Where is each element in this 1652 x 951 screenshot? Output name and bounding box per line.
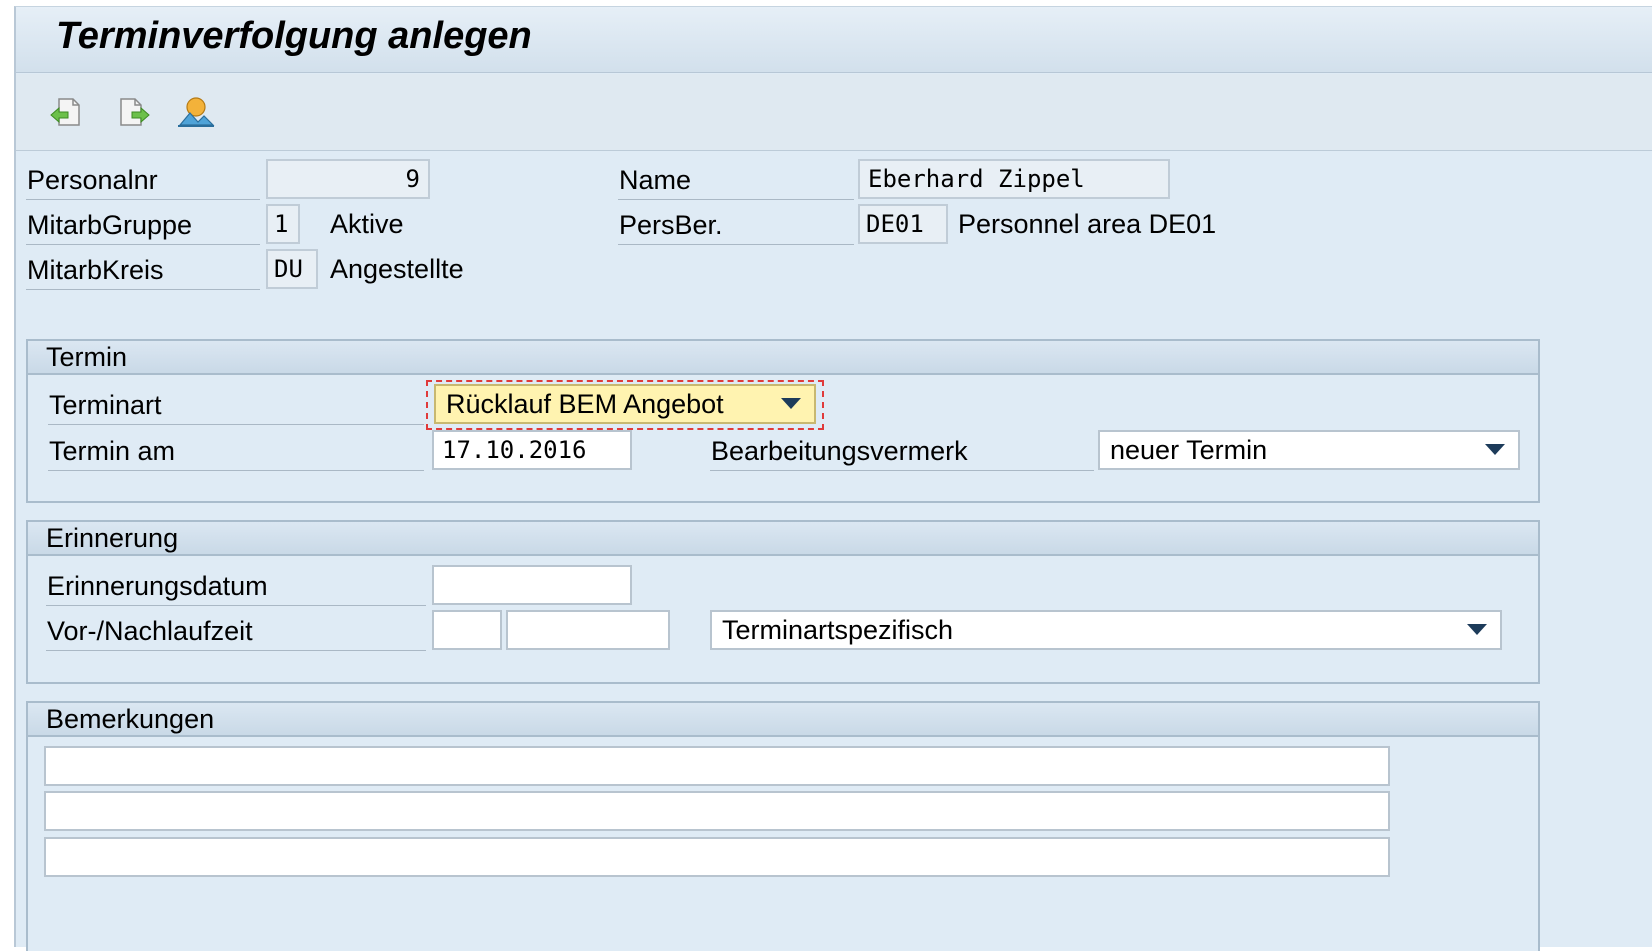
erinnerung-group-title: Erinnerung <box>28 522 1538 556</box>
bearbeitungsvermerk-label: Bearbeitungsvermerk <box>710 431 1094 471</box>
chevron-down-icon <box>1480 434 1510 466</box>
bemerkung-line-3[interactable] <box>44 837 1390 877</box>
title-bar: Terminverfolgung anlegen <box>16 7 1652 73</box>
termin-group-title: Termin <box>28 341 1538 375</box>
bemerkung-line-2[interactable] <box>44 791 1390 831</box>
bearbeitungsvermerk-dropdown[interactable]: neuer Termin <box>1098 430 1520 470</box>
mitarbkreis-field[interactable]: DU <box>266 249 318 289</box>
termin-am-field[interactable]: 17.10.2016 <box>432 430 632 470</box>
termin-am-label: Termin am <box>48 431 424 471</box>
main-window: Terminverfolgung anlegen Personalnr 9 Na… <box>14 6 1652 951</box>
mitarbkreis-text: Angestellte <box>330 254 464 284</box>
persber-field[interactable]: DE01 <box>858 204 948 244</box>
overview-person-icon <box>178 97 215 127</box>
page-title: Terminverfolgung anlegen <box>56 15 532 57</box>
chevron-down-icon <box>776 388 806 420</box>
persber-text: Personnel area DE01 <box>958 209 1217 239</box>
name-field[interactable]: Eberhard Zippel <box>858 159 1170 199</box>
personalnr-label: Personalnr <box>26 160 260 200</box>
erinnerungsdatum-label: Erinnerungsdatum <box>46 566 426 606</box>
vor-nachlaufzeit-field-2[interactable] <box>506 610 670 650</box>
vor-nachlaufzeit-field-1[interactable] <box>432 610 502 650</box>
mitarbgruppe-text: Aktive <box>330 209 404 239</box>
name-label: Name <box>618 160 854 200</box>
bemerkungen-group-title: Bemerkungen <box>28 703 1538 737</box>
terminart-dropdown[interactable]: Rücklauf BEM Angebot <box>434 384 816 424</box>
erinnerungsdatum-field[interactable] <box>432 565 632 605</box>
vor-nachlaufzeit-unit-dropdown[interactable]: Terminartspezifisch <box>710 610 1502 650</box>
forward-arrow-page-icon <box>120 98 150 126</box>
vor-nachlaufzeit-unit-value: Terminartspezifisch <box>722 615 954 645</box>
mitarbgruppe-field[interactable]: 1 <box>266 204 300 244</box>
personalnr-field[interactable]: 9 <box>266 159 430 199</box>
mitarbgruppe-label: MitarbGruppe <box>26 205 260 245</box>
back-arrow-page-icon <box>50 98 80 126</box>
next-record-button[interactable] <box>114 92 154 132</box>
mitarbkreis-label: MitarbKreis <box>26 250 260 290</box>
terminart-value: Rücklauf BEM Angebot <box>446 389 724 419</box>
overview-button[interactable] <box>176 92 216 132</box>
application-toolbar <box>16 74 1652 151</box>
chevron-down-icon <box>1462 614 1492 646</box>
vor-nachlaufzeit-label: Vor-/Nachlaufzeit <box>46 611 426 651</box>
persber-label: PersBer. <box>618 205 854 245</box>
bemerkung-line-1[interactable] <box>44 746 1390 786</box>
bearbeitungsvermerk-value: neuer Termin <box>1110 435 1268 465</box>
previous-record-button[interactable] <box>46 92 86 132</box>
terminart-label: Terminart <box>48 385 424 425</box>
